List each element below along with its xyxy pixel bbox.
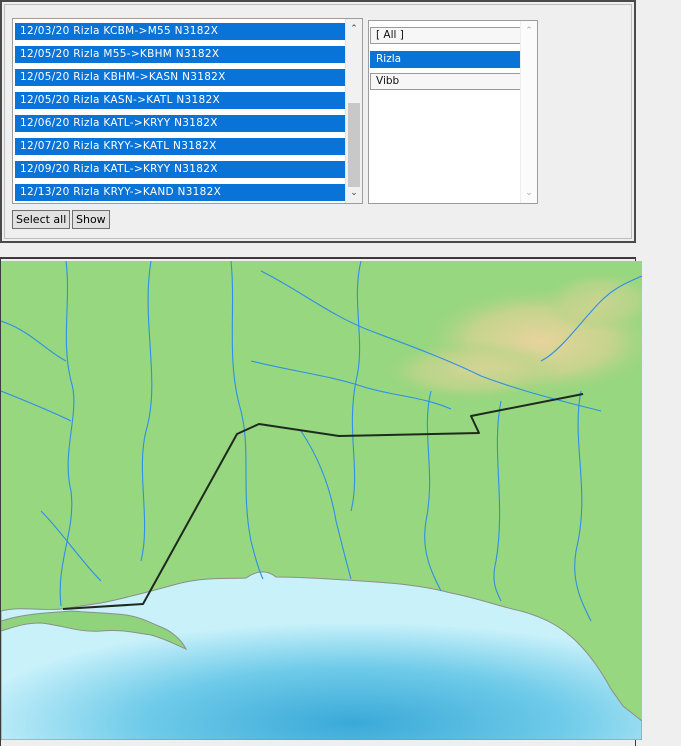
filter-panel: 12/03/20 Rizla KCBM->M55 N3182X 12/05/20… — [0, 0, 636, 243]
scroll-thumb[interactable] — [348, 103, 360, 187]
flight-row[interactable]: 12/05/20 Rizla KBHM->KASN N3182X — [15, 69, 345, 86]
chevron-up-icon[interactable]: ⌃ — [346, 21, 362, 37]
flight-row[interactable]: 12/07/20 Rizla KRYY->KATL N3182X — [15, 138, 345, 155]
flight-list-scrollbar[interactable]: ⌃ ⌄ — [345, 19, 362, 203]
show-button[interactable]: Show — [72, 210, 110, 229]
chevron-down-icon[interactable]: ⌄ — [346, 185, 362, 201]
user-list[interactable]: [ All ] Rizla Vibb ⌃ ⌄ — [368, 20, 538, 204]
chevron-up-icon[interactable]: ⌃ — [521, 23, 537, 39]
flight-map[interactable] — [1, 261, 642, 740]
flight-row[interactable]: 12/05/20 Rizla M55->KBHM N3182X — [15, 46, 345, 63]
flight-row[interactable]: 12/06/20 Rizla KATL->KRYY N3182X — [15, 115, 345, 132]
user-item-all[interactable]: [ All ] — [370, 27, 521, 44]
user-item-vibb[interactable]: Vibb — [370, 73, 521, 90]
select-all-button[interactable]: Select all — [12, 210, 71, 229]
flight-row[interactable]: 12/13/20 Rizla KRYY->KAND N3182X — [15, 184, 345, 201]
chevron-down-icon[interactable]: ⌄ — [521, 185, 537, 201]
flight-row[interactable]: 12/05/20 Rizla KASN->KATL N3182X — [15, 92, 345, 109]
flight-list[interactable]: 12/03/20 Rizla KCBM->M55 N3182X 12/05/20… — [12, 18, 363, 204]
user-list-scrollbar[interactable]: ⌃ ⌄ — [520, 21, 537, 203]
flight-row[interactable]: 12/09/20 Rizla KATL->KRYY N3182X — [15, 161, 345, 178]
user-item-rizla[interactable]: Rizla — [370, 51, 521, 68]
flight-row[interactable]: 12/03/20 Rizla KCBM->M55 N3182X — [15, 23, 345, 40]
